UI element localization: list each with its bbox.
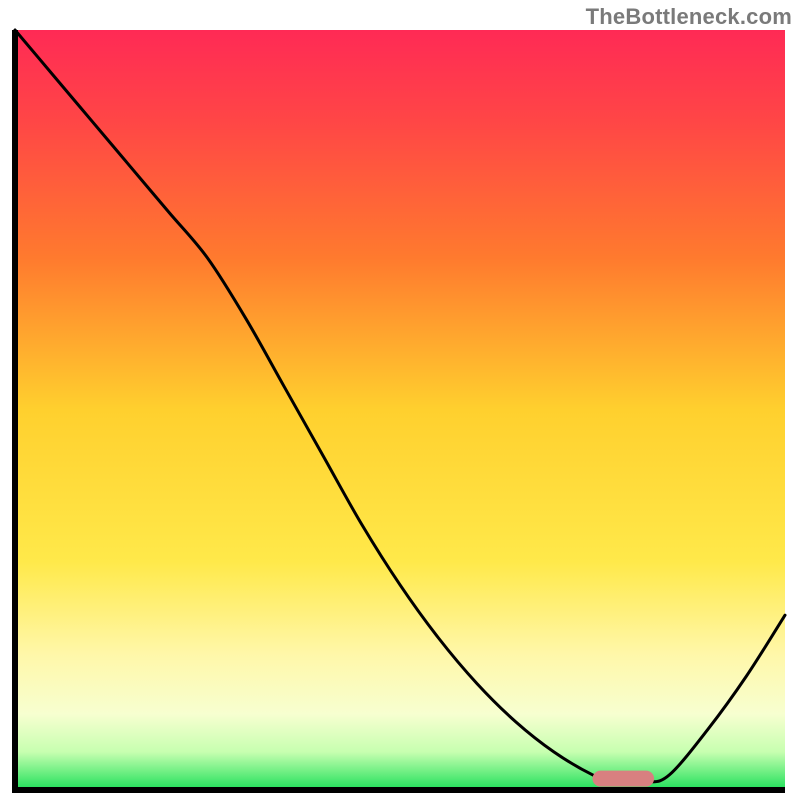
gradient-background bbox=[15, 30, 785, 790]
chart-stage: TheBottleneck.com bbox=[0, 0, 800, 800]
bottleneck-chart bbox=[0, 0, 800, 800]
optimal-range-marker bbox=[593, 771, 655, 787]
